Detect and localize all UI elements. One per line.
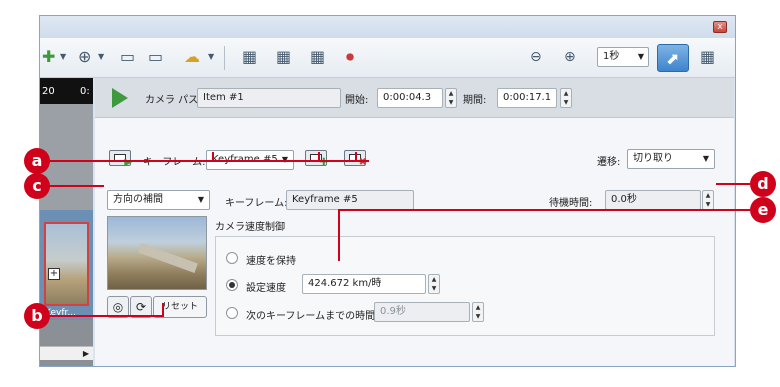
set-speed-stepper[interactable]: ▲ ▼ [428, 274, 440, 294]
record-icon[interactable]: ⏺ [346, 47, 354, 67]
zoom-in-icon[interactable]: ⊕ [564, 47, 576, 67]
add-overlay-icon[interactable]: ▭ [148, 47, 163, 67]
dock-button[interactable]: ⬈ [657, 44, 689, 72]
ruler-label: 0: [80, 86, 90, 97]
callout-e: e [750, 197, 776, 223]
callout-b-line [162, 303, 164, 316]
chevron-down-icon: ▼ [637, 52, 644, 61]
interval-select[interactable]: 1秒 ▼ [597, 47, 649, 67]
time-to-next-field[interactable]: 0.9秒 [374, 302, 470, 322]
callout-a-line [355, 152, 357, 161]
toolbar-separator [224, 46, 225, 70]
add-overlay-icon[interactable]: ▭ [120, 47, 135, 67]
duration-label: 期間: [463, 95, 487, 106]
wait-time-stepper[interactable]: ▲ ▼ [702, 190, 714, 210]
time-to-next-radio[interactable] [226, 307, 238, 319]
scroll-right-icon[interactable]: ▶ [83, 347, 89, 361]
duration-field[interactable]: 0:00:17.1 [497, 88, 557, 108]
time-to-next-label: 次のキーフレームまでの時間 [246, 311, 376, 322]
keyframe-name-label: キーフレーム: [225, 198, 288, 209]
keyframe-track[interactable]: + Keyfr... [40, 210, 93, 320]
camera-path-label: カメラ パス: [145, 95, 202, 106]
callout-a: a [24, 148, 50, 174]
add-keyframe-button[interactable]: ✚ [305, 150, 328, 168]
transition-select-value: 切り取り [633, 153, 673, 164]
interpolation-select[interactable]: 方向の補間 ▼ [107, 190, 210, 210]
start-time-field[interactable]: 0:00:04.3 [377, 88, 443, 108]
duration-stepper[interactable]: ▲ ▼ [560, 88, 572, 108]
dock-icon: ⬈ [666, 49, 680, 68]
callout-e-line [338, 209, 340, 261]
callout-d: d [750, 171, 776, 197]
chevron-down-icon: ▼ [702, 154, 709, 163]
camera-path-field[interactable]: Item #1 [197, 88, 341, 108]
weather-icon[interactable]: ☁ [184, 47, 200, 67]
callout-e-line [338, 209, 750, 211]
start-label: 開始: [345, 95, 369, 106]
export-grid-icon[interactable]: ▦ [310, 47, 325, 67]
callout-c: c [24, 173, 50, 199]
set-speed-field[interactable]: 424.672 km/時 [302, 274, 426, 294]
close-button[interactable]: x [713, 21, 727, 33]
callout-a-line [318, 152, 320, 161]
callout-b: b [24, 303, 50, 329]
interval-select-value: 1秒 [603, 51, 620, 62]
wait-time-field[interactable]: 0.0秒 [605, 190, 701, 210]
play-button[interactable] [112, 88, 128, 108]
transition-select[interactable]: 切り取り ▼ [627, 149, 715, 169]
target-icon: ◎ [112, 300, 124, 314]
keyframe-editor: カメラ パス: Item #1 開始: 0:00:04.3 ▲ ▼ 期間: 0:0… [95, 78, 734, 366]
wait-time-label: 待機時間: [549, 198, 593, 209]
toolbar: ✚ ▼ ⊕ ▼ ▭ ▭ ☁ ▼ ▦ ▦ ▦ ⏺ ⊖ ⊕ 1秒 ▼ ⬈ ▦ [40, 38, 735, 78]
refresh-image-icon: ⟳ [135, 300, 147, 314]
chevron-down-icon[interactable]: ▼ [60, 47, 66, 67]
callout-c-line [48, 185, 104, 187]
keep-speed-radio[interactable] [226, 252, 238, 264]
add-grid-icon[interactable]: ▦ [276, 47, 291, 67]
keyframe-preview-image [107, 216, 207, 290]
callout-d-line [716, 183, 750, 185]
settings-icon[interactable]: ▦ [700, 47, 715, 67]
set-speed-label: 設定速度 [246, 283, 286, 294]
speed-group-title: カメラ速度制御 [215, 222, 285, 233]
keep-speed-label: 速度を保持 [246, 256, 296, 267]
set-speed-radio[interactable] [226, 279, 238, 291]
interpolation-select-value: 方向の補間 [113, 194, 163, 205]
keyframe-thumbnail[interactable] [44, 222, 89, 306]
chevron-down-icon[interactable]: ▼ [98, 47, 104, 67]
title-bar: x [40, 16, 735, 38]
keyframe-name-field[interactable]: Keyframe #5 [286, 190, 414, 210]
time-to-next-stepper[interactable]: ▲ ▼ [472, 302, 484, 322]
timeline-ruler: 20 0: [40, 78, 93, 104]
zoom-out-icon[interactable]: ⊖ [530, 47, 542, 67]
chevron-down-icon[interactable]: ▼ [208, 47, 214, 67]
horizontal-scrollbar[interactable]: ▶ [40, 346, 93, 360]
zoom-add-icon[interactable]: ⊕ [78, 47, 91, 67]
ruler-label: 20 [42, 86, 55, 97]
keyframe-preview-button[interactable]: ▶ [109, 150, 132, 168]
road-shape [138, 243, 198, 273]
add-point-icon[interactable]: ✚ [42, 47, 55, 67]
camera-speed-group: 速度を保持 設定速度 424.672 km/時 ▲ ▼ 次のキーフレームまでの時間… [215, 236, 715, 336]
chevron-down-icon: ▼ [197, 195, 204, 204]
transition-label: 遷移: [597, 157, 621, 168]
start-time-stepper[interactable]: ▲ ▼ [445, 88, 457, 108]
expand-icon[interactable]: + [48, 268, 60, 280]
grid-view-icon[interactable]: ▦ [242, 47, 257, 67]
callout-a-line [212, 152, 214, 161]
camera-path-bar: カメラ パス: Item #1 開始: 0:00:04.3 ▲ ▼ 期間: 0:0… [95, 78, 734, 118]
callout-b-line [48, 315, 164, 317]
callout-a-line [48, 160, 369, 162]
